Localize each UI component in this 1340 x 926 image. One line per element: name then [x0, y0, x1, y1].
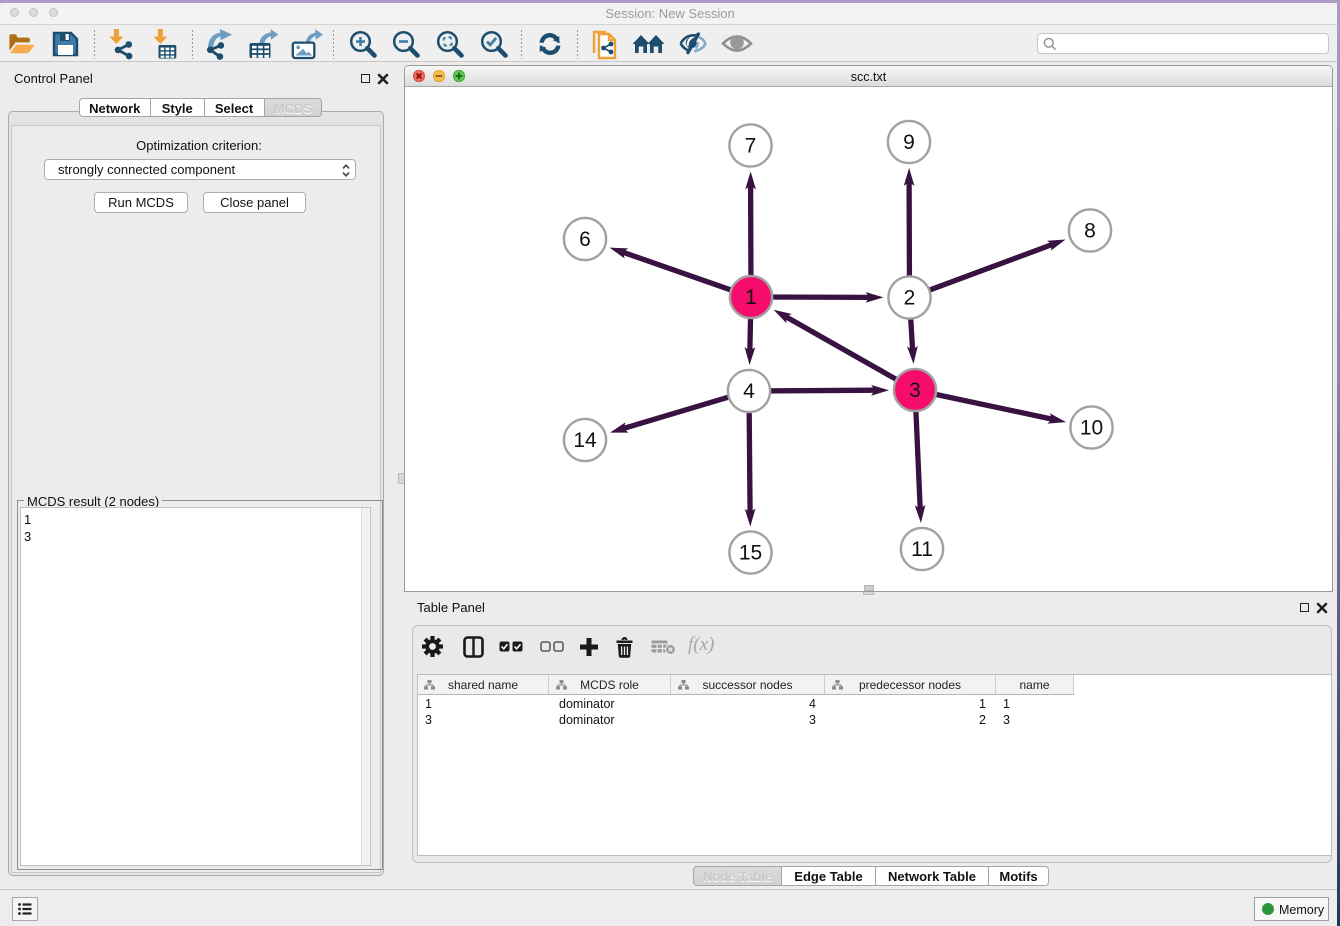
- svg-text:2: 2: [904, 287, 916, 310]
- svg-text:14: 14: [573, 429, 597, 452]
- svg-text:9: 9: [903, 131, 915, 154]
- svg-text:7: 7: [745, 135, 757, 158]
- svg-text:8: 8: [1084, 220, 1096, 243]
- svg-text:3: 3: [909, 379, 921, 402]
- svg-text:10: 10: [1080, 417, 1103, 440]
- svg-text:11: 11: [911, 538, 933, 561]
- svg-text:4: 4: [743, 380, 755, 403]
- svg-text:6: 6: [579, 228, 591, 251]
- svg-text:1: 1: [745, 286, 757, 309]
- svg-text:15: 15: [739, 542, 762, 565]
